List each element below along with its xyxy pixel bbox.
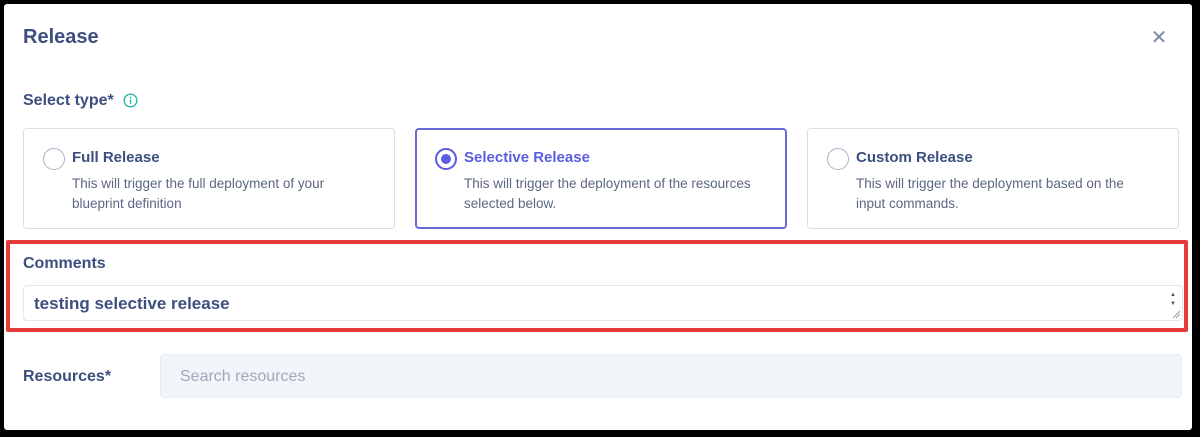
custom-release-option[interactable]: Custom Release This will trigger the dep… — [807, 128, 1179, 229]
resources-search-input[interactable]: Search resources — [160, 354, 1182, 398]
full-release-option[interactable]: Full Release This will trigger the full … — [23, 128, 395, 229]
radio-selected-dot — [441, 154, 451, 164]
custom-release-description: This will trigger the deployment based o… — [856, 176, 1124, 211]
close-icon[interactable]: ✕ — [1147, 26, 1171, 50]
full-release-title: Full Release — [72, 149, 160, 166]
resources-placeholder: Search resources — [180, 368, 306, 385]
custom-release-title: Custom Release — [856, 149, 973, 166]
dialog-title: Release — [23, 26, 99, 48]
selective-release-title: Selective Release — [464, 149, 590, 166]
info-icon[interactable] — [123, 93, 138, 108]
full-release-radio[interactable] — [43, 148, 65, 170]
resources-label: Resources* — [23, 368, 112, 385]
selective-release-radio[interactable] — [435, 148, 457, 170]
custom-release-radio[interactable] — [827, 148, 849, 170]
release-dialog: Release ✕ Select type* Full Release This… — [4, 4, 1192, 430]
full-release-description: This will trigger the full deployment of… — [72, 176, 325, 211]
select-type-label: Select type* — [23, 92, 114, 109]
selective-release-description: This will trigger the deployment of the … — [464, 176, 751, 211]
comments-highlight-box — [6, 240, 1188, 332]
selective-release-option[interactable]: Selective Release This will trigger the … — [415, 128, 787, 229]
